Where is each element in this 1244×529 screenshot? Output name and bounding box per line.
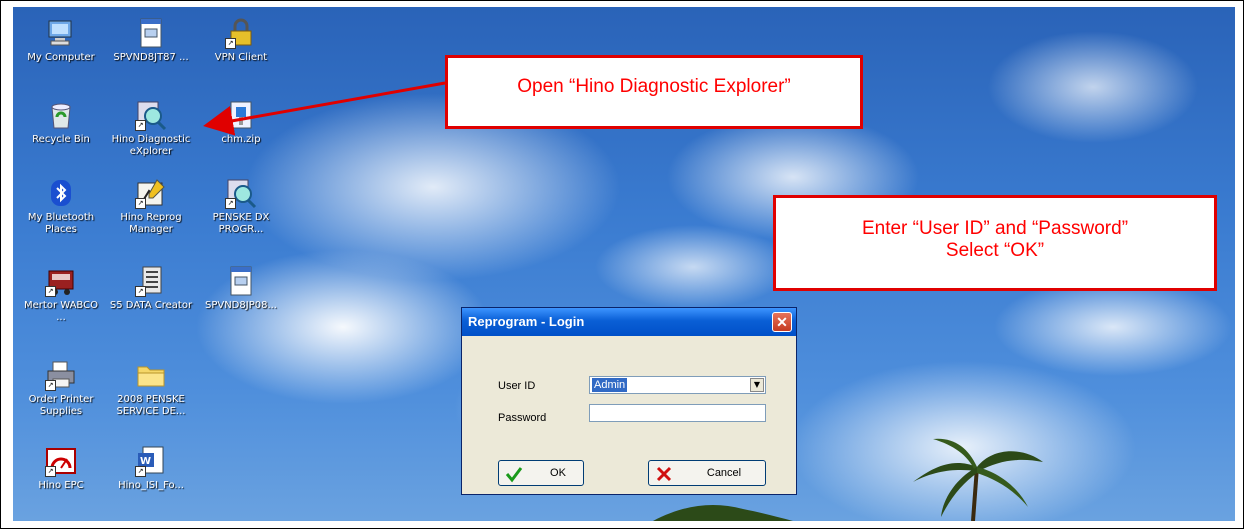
lock-icon: ↗	[225, 17, 257, 49]
icon-label: My Computer	[27, 52, 95, 63]
desktop-icon-hino-epc[interactable]: ↗ Hino EPC	[19, 445, 103, 492]
document-icon	[225, 265, 257, 297]
recycle-bin-icon	[45, 99, 77, 131]
password-field[interactable]	[589, 404, 766, 422]
checkmark-icon	[505, 467, 523, 483]
desktop: My Computer Recycle Bin My Bluetooth Pla…	[13, 7, 1235, 521]
icon-label: Mertor WABCO ...	[24, 300, 98, 323]
desktop-icon-chm-zip[interactable]: chm.zip	[199, 99, 283, 146]
desktop-icon-bluetooth[interactable]: My Bluetooth Places	[19, 177, 103, 236]
callout-text-line1: Enter “User ID” and “Password”	[861, 218, 1129, 239]
icon-label: S5 DATA Creator	[109, 300, 193, 311]
icon-label: Hino EPC	[38, 480, 84, 491]
chevron-down-icon[interactable]: ▼	[750, 378, 764, 392]
desktop-icon-order-printer[interactable]: ↗ Order Printer Supplies	[19, 359, 103, 418]
gauge-icon: ↗	[45, 445, 77, 477]
icon-label: chm.zip	[221, 134, 261, 145]
cancel-button[interactable]: Cancel	[648, 460, 766, 486]
cancel-label: Cancel	[706, 467, 742, 479]
desktop-icon-hino-isi-fo[interactable]: W ↗ Hino_ISI_Fo...	[109, 445, 193, 492]
document-icon	[135, 17, 167, 49]
printer-icon: ↗	[45, 359, 77, 391]
reprog-icon: ↗	[135, 177, 167, 209]
icon-label: Hino_ISI_Fo...	[118, 480, 184, 491]
userid-label: User ID	[498, 380, 536, 392]
callout-text: Open “Hino Diagnostic Explorer”	[517, 76, 791, 97]
dialog-titlebar[interactable]: Reprogram - Login ✕	[462, 308, 796, 336]
close-button[interactable]: ✕	[772, 312, 792, 332]
icon-label: Hino Diagnostic eXplorer	[111, 134, 191, 157]
data-icon: ↗	[135, 265, 167, 297]
icon-label: Hino Reprog Manager	[120, 212, 182, 235]
icon-label: SPVND8JP08...	[204, 300, 277, 311]
desktop-icon-my-computer[interactable]: My Computer	[19, 17, 103, 64]
bluetooth-icon	[45, 177, 77, 209]
icon-label: Recycle Bin	[32, 134, 90, 145]
callout-enter-credentials: Enter “User ID” and “Password” Select “O…	[773, 195, 1217, 291]
password-label: Password	[498, 412, 547, 424]
callout-open-app: Open “Hino Diagnostic Explorer”	[445, 55, 863, 129]
dialog-title: Reprogram - Login	[468, 314, 585, 329]
desktop-icon-vpn-client[interactable]: ↗ VPN Client	[199, 17, 283, 64]
desktop-icon-s5-data-creator[interactable]: ↗ S5 DATA Creator	[109, 265, 193, 312]
icon-label: VPN Client	[214, 52, 268, 63]
userid-select[interactable]: Admin ▼	[589, 376, 766, 394]
ok-button[interactable]: OK	[498, 460, 584, 486]
desktop-icon-mertor-wabco[interactable]: ↗ Mertor WABCO ...	[19, 265, 103, 324]
palm-tree-decoration	[913, 438, 1043, 521]
magnifier-icon: ↗	[225, 177, 257, 209]
desktop-icon-2008-penske[interactable]: 2008 PENSKE SERVICE DE...	[109, 359, 193, 418]
word-doc-icon: W ↗	[135, 445, 167, 477]
zip-icon	[225, 99, 257, 131]
icon-label: SPVND8JT87 ...	[113, 52, 189, 63]
magnifier-icon: ↗	[135, 99, 167, 131]
computer-icon	[45, 17, 77, 49]
icon-label: PENSKE DX PROGR...	[212, 212, 270, 235]
desktop-icon-spvnd8jt87[interactable]: SPVND8JT87 ...	[109, 17, 193, 64]
userid-value: Admin	[592, 378, 628, 392]
desktop-icon-spvnd8jp08[interactable]: SPVND8JP08...	[199, 265, 283, 312]
desktop-icon-hino-diagnostic-explorer[interactable]: ↗ Hino Diagnostic eXplorer	[109, 99, 193, 158]
icon-label: 2008 PENSKE SERVICE DE...	[116, 394, 186, 417]
login-dialog: Reprogram - Login ✕ User ID Admin ▼ Pass…	[461, 307, 797, 495]
desktop-icon-penske-dx[interactable]: ↗ PENSKE DX PROGR...	[199, 177, 283, 236]
ok-label: OK	[550, 467, 566, 479]
folder-icon	[135, 359, 167, 391]
screenshot-frame: My Computer Recycle Bin My Bluetooth Pla…	[0, 0, 1244, 529]
icon-label: My Bluetooth Places	[27, 212, 95, 235]
close-icon: ✕	[776, 314, 788, 330]
desktop-icon-recycle-bin[interactable]: Recycle Bin	[19, 99, 103, 146]
callout-text-line2: Select “OK”	[945, 240, 1045, 261]
icon-label: Order Printer Supplies	[28, 394, 94, 417]
truck-icon: ↗	[45, 265, 77, 297]
palm-tree-decoration	[653, 505, 793, 521]
x-icon	[656, 466, 672, 482]
desktop-icon-hino-reprog-manager[interactable]: ↗ Hino Reprog Manager	[109, 177, 193, 236]
